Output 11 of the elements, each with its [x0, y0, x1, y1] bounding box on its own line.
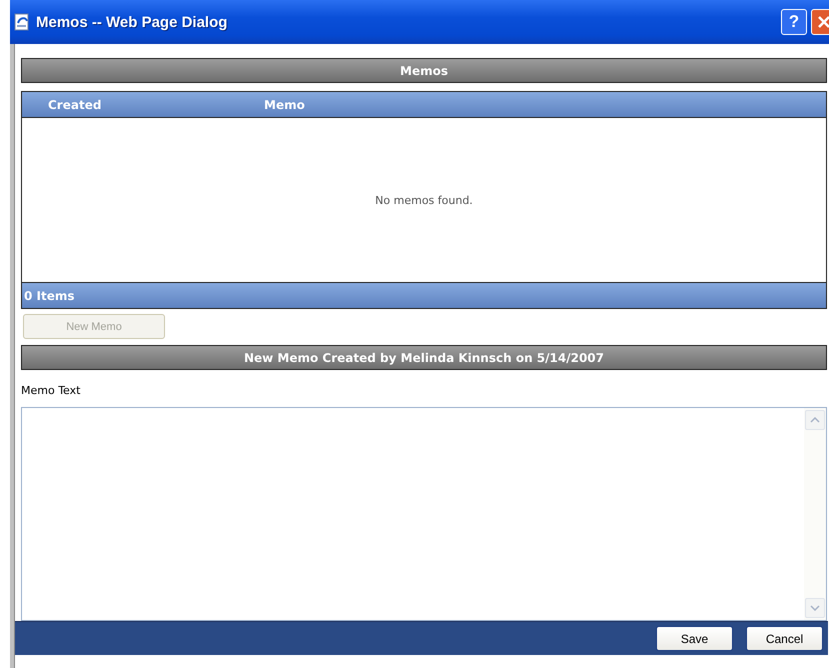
field-label: Memo Text	[21, 384, 82, 397]
empty-message: No memos found.	[375, 194, 473, 206]
section-header: Memos	[21, 58, 827, 83]
window-title: Memos -- Web Page Dialog	[36, 14, 228, 30]
help-button[interactable]: ?	[781, 9, 807, 35]
cancel-button[interactable]: Cancel	[746, 626, 823, 651]
item-count: 0 Items	[24, 288, 75, 302]
save-button[interactable]: Save	[656, 626, 733, 651]
column-header[interactable]: Created	[48, 98, 264, 112]
column-header[interactable]: Memo	[264, 98, 305, 112]
section-header: New Memo Created by Melinda Kinnsch on 5/14/2007	[21, 345, 827, 370]
